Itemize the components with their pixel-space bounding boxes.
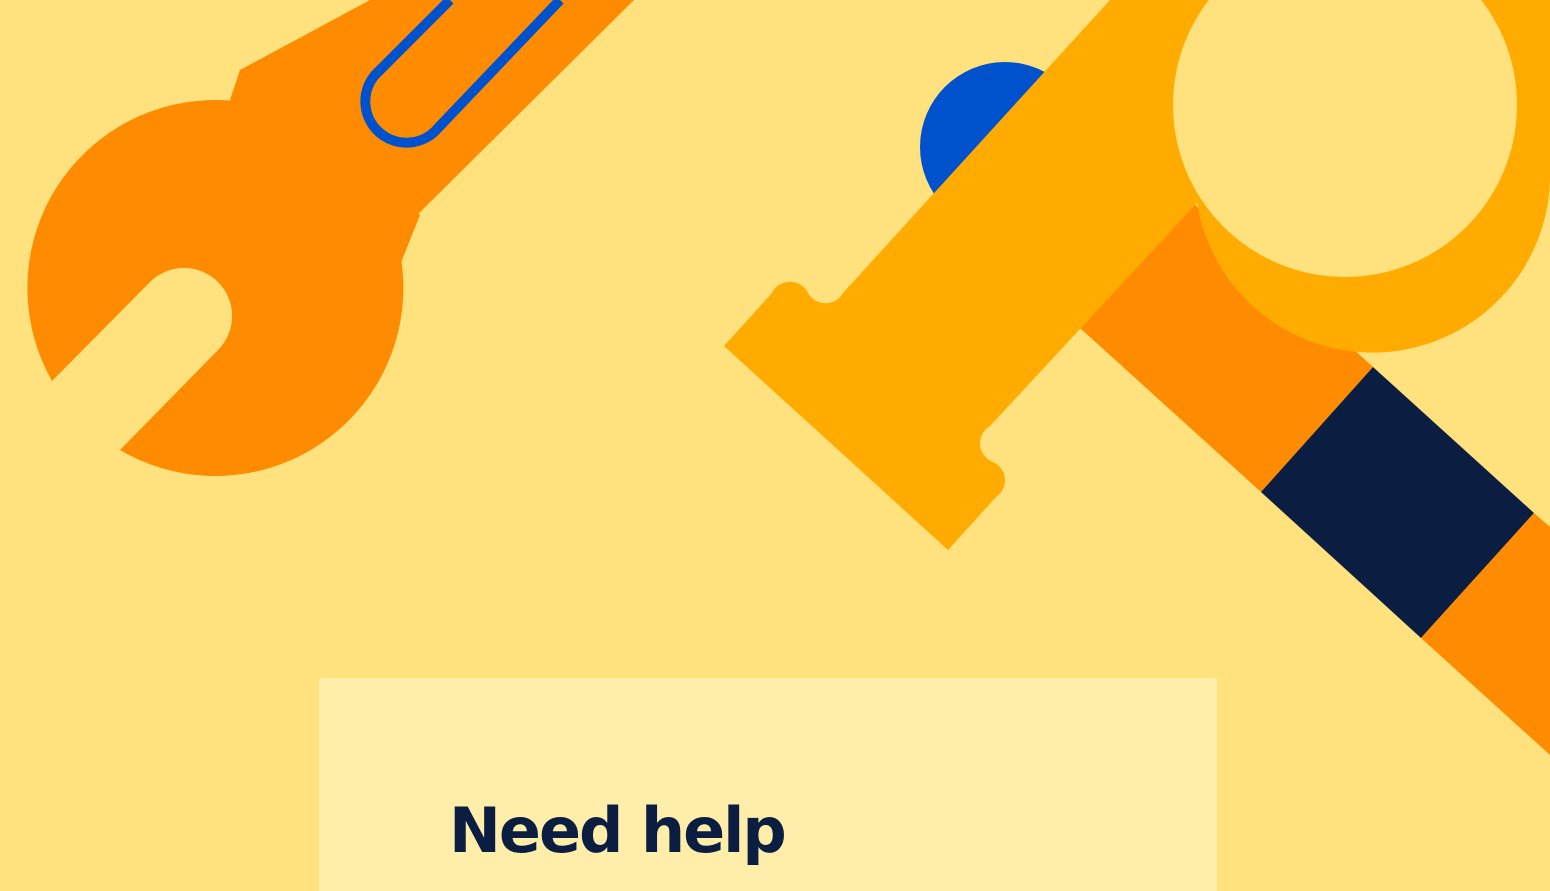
wrench-body bbox=[27, 0, 634, 476]
help-card: Need help bbox=[319, 678, 1217, 891]
help-heading: Need help bbox=[449, 794, 787, 867]
wrench-head bbox=[27, 99, 404, 476]
wrench-icon bbox=[27, 0, 634, 476]
